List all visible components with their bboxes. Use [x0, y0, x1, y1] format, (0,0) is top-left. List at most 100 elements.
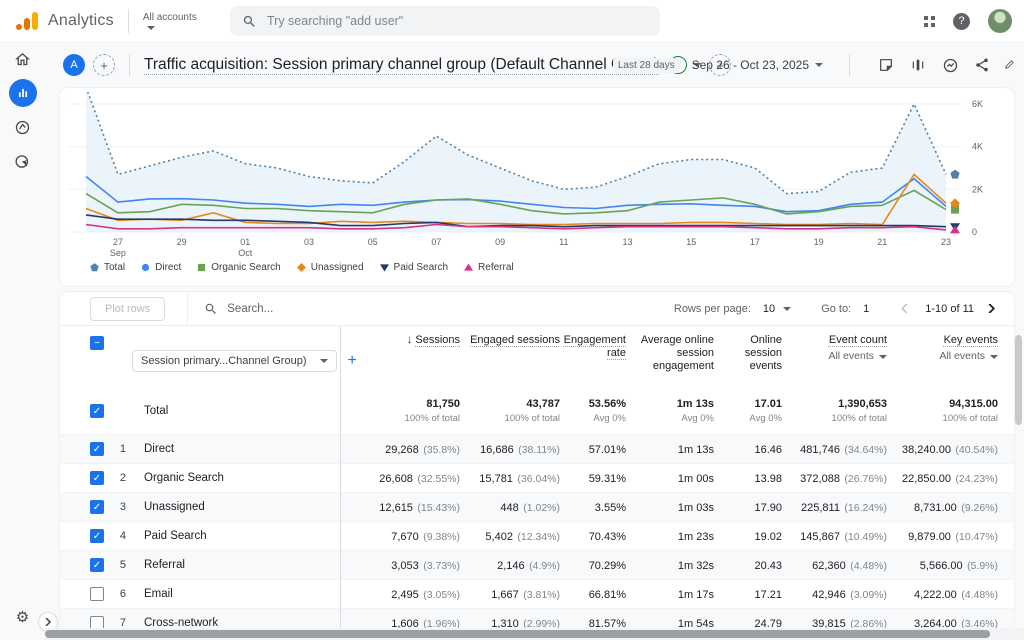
add-comparison-button[interactable]: + — [93, 54, 115, 76]
sidebar-item-explore[interactable] — [0, 110, 45, 144]
search-placeholder: Try searching "add user" — [267, 14, 403, 28]
reports-icon — [9, 79, 37, 107]
product-name: Analytics — [48, 12, 114, 30]
accounts-label: All accounts — [143, 12, 197, 23]
total-avg-engagement: 1m 13s — [626, 398, 714, 410]
edit-partial-icon[interactable] — [1004, 55, 1014, 75]
channel-name: Paid Search — [132, 530, 340, 542]
channel-name: Direct — [132, 443, 340, 455]
top-app-bar: Analytics All accounts Try searching "ad… — [0, 0, 1024, 43]
total-engaged-sessions: 43,787 — [460, 398, 560, 410]
rows-per-page-value[interactable]: 10 — [763, 303, 775, 315]
global-search-input[interactable]: Try searching "add user" — [230, 6, 660, 36]
dimension-selector[interactable]: Session primary...Channel Group) — [132, 350, 337, 372]
chevron-down-icon[interactable] — [783, 307, 791, 311]
sidebar-item-reports[interactable] — [0, 76, 45, 110]
date-preset-chip: Last 28 days — [613, 58, 680, 73]
channel-name: Unassigned — [132, 501, 340, 513]
divider — [128, 9, 129, 33]
analytics-logo-icon — [16, 12, 38, 30]
total-row-checkbox[interactable]: ✓ — [90, 404, 104, 418]
svg-text:2K: 2K — [972, 184, 983, 194]
square-marker-icon — [197, 263, 206, 272]
goto-value[interactable]: 1 — [863, 303, 869, 315]
column-header-avg-online-session-engagement[interactable]: Average online session engagement — [626, 326, 714, 388]
legend-item[interactable]: Referral — [464, 262, 514, 273]
svg-text:6K: 6K — [972, 99, 983, 109]
row-checkbox[interactable]: ✓ — [90, 529, 104, 543]
row-number: 2 — [106, 472, 132, 484]
account-switcher[interactable]: All accounts — [143, 12, 197, 30]
channel-table-card: Plot rows Search... Rows per page: 10 Go… — [60, 292, 1014, 628]
row-checkbox[interactable]: ✓ — [90, 442, 104, 456]
insights-icon[interactable] — [940, 55, 960, 75]
key-events-filter[interactable]: All events — [939, 350, 985, 363]
table-header-row: − Session primary...Channel Group) + ↓Se… — [60, 326, 1014, 388]
table-row: ✓ 4 Paid Search 7,670 (9.38%) 5,402 (12.… — [60, 521, 1014, 550]
row-number: 5 — [106, 559, 132, 571]
row-checkbox[interactable] — [90, 616, 104, 628]
svg-text:0: 0 — [972, 227, 977, 237]
comparison-icon[interactable] — [908, 55, 928, 75]
legend-item[interactable]: Paid Search — [380, 262, 448, 273]
total-sessions: 81,750 — [340, 398, 460, 410]
row-checkbox[interactable]: ✓ — [90, 471, 104, 485]
date-range-picker[interactable]: Sep 26 - Oct 23, 2025 — [692, 58, 823, 72]
notes-icon[interactable] — [876, 55, 896, 75]
report-title[interactable]: Traffic acquisition: Session primary cha… — [144, 56, 659, 74]
diamond-marker-icon — [297, 263, 306, 272]
svg-text:29: 29 — [177, 237, 187, 247]
search-icon — [204, 302, 218, 316]
row-number: 3 — [106, 501, 132, 513]
chevron-down-icon — [147, 26, 155, 30]
chevron-down-icon — [879, 355, 887, 359]
table-row: 7 Cross-network 1,606 (1.96%) 1,310 (2.9… — [60, 608, 1014, 628]
left-nav: ⚙ — [0, 42, 45, 640]
svg-text:Oct: Oct — [238, 248, 253, 258]
table-row: ✓ 5 Referral 3,053 (3.73%) 2,146 (4.9%) … — [60, 550, 1014, 579]
svg-text:19: 19 — [814, 237, 824, 247]
vertical-scrollbar[interactable] — [1015, 335, 1022, 425]
column-header-engaged-sessions[interactable]: Engaged sessions — [460, 326, 560, 388]
channel-name: Cross-network — [132, 617, 340, 628]
event-count-filter[interactable]: All events — [828, 350, 874, 363]
row-checkbox[interactable]: ✓ — [90, 558, 104, 572]
select-all-checkbox[interactable]: − — [90, 336, 104, 350]
triangle-up-marker-icon — [464, 263, 473, 272]
help-icon[interactable]: ? — [953, 13, 970, 30]
legend-item[interactable]: Organic Search — [197, 262, 280, 273]
svg-text:17: 17 — [750, 237, 760, 247]
column-header-event-count[interactable]: Event count All events — [782, 326, 887, 388]
divider — [849, 54, 850, 76]
svg-text:27: 27 — [113, 237, 123, 247]
next-page-icon[interactable] — [982, 300, 1000, 318]
horizontal-scrollbar[interactable] — [45, 630, 990, 638]
prev-page-icon[interactable] — [895, 300, 913, 318]
column-header-sessions[interactable]: ↓Sessions — [340, 326, 460, 388]
column-header-key-events[interactable]: Key events All events — [887, 326, 998, 388]
column-header-online-session-events[interactable]: Online session events — [714, 326, 782, 388]
avatar[interactable] — [988, 9, 1012, 33]
row-checkbox[interactable]: ✓ — [90, 500, 104, 514]
table-search-input[interactable]: Search... — [204, 302, 674, 316]
traffic-chart[interactable]: 6K4K2K027Sep2901Oct030507091113151719212… — [60, 92, 1010, 260]
account-badge[interactable]: A — [63, 54, 85, 76]
triangle-down-marker-icon — [380, 263, 389, 272]
svg-text:01: 01 — [240, 237, 250, 247]
sidebar-item-advertising[interactable] — [0, 144, 45, 178]
divider — [129, 54, 130, 76]
svg-text:07: 07 — [431, 237, 441, 247]
sidebar-item-home[interactable] — [0, 42, 45, 76]
column-header-engagement-rate[interactable]: Engagement rate — [560, 326, 626, 388]
apps-grid-icon[interactable] — [924, 16, 935, 27]
date-range-label: Sep 26 - Oct 23, 2025 — [692, 58, 809, 72]
row-checkbox[interactable] — [90, 587, 104, 601]
circle-marker-icon — [141, 263, 150, 272]
table-search-placeholder: Search... — [227, 303, 273, 315]
plot-rows-button[interactable]: Plot rows — [90, 297, 165, 321]
legend-item[interactable]: Unassigned — [297, 262, 364, 273]
share-icon[interactable] — [972, 55, 992, 75]
chevron-down-icon — [320, 359, 328, 363]
legend-item[interactable]: Direct — [141, 262, 181, 273]
legend-item[interactable]: Total — [90, 262, 125, 273]
